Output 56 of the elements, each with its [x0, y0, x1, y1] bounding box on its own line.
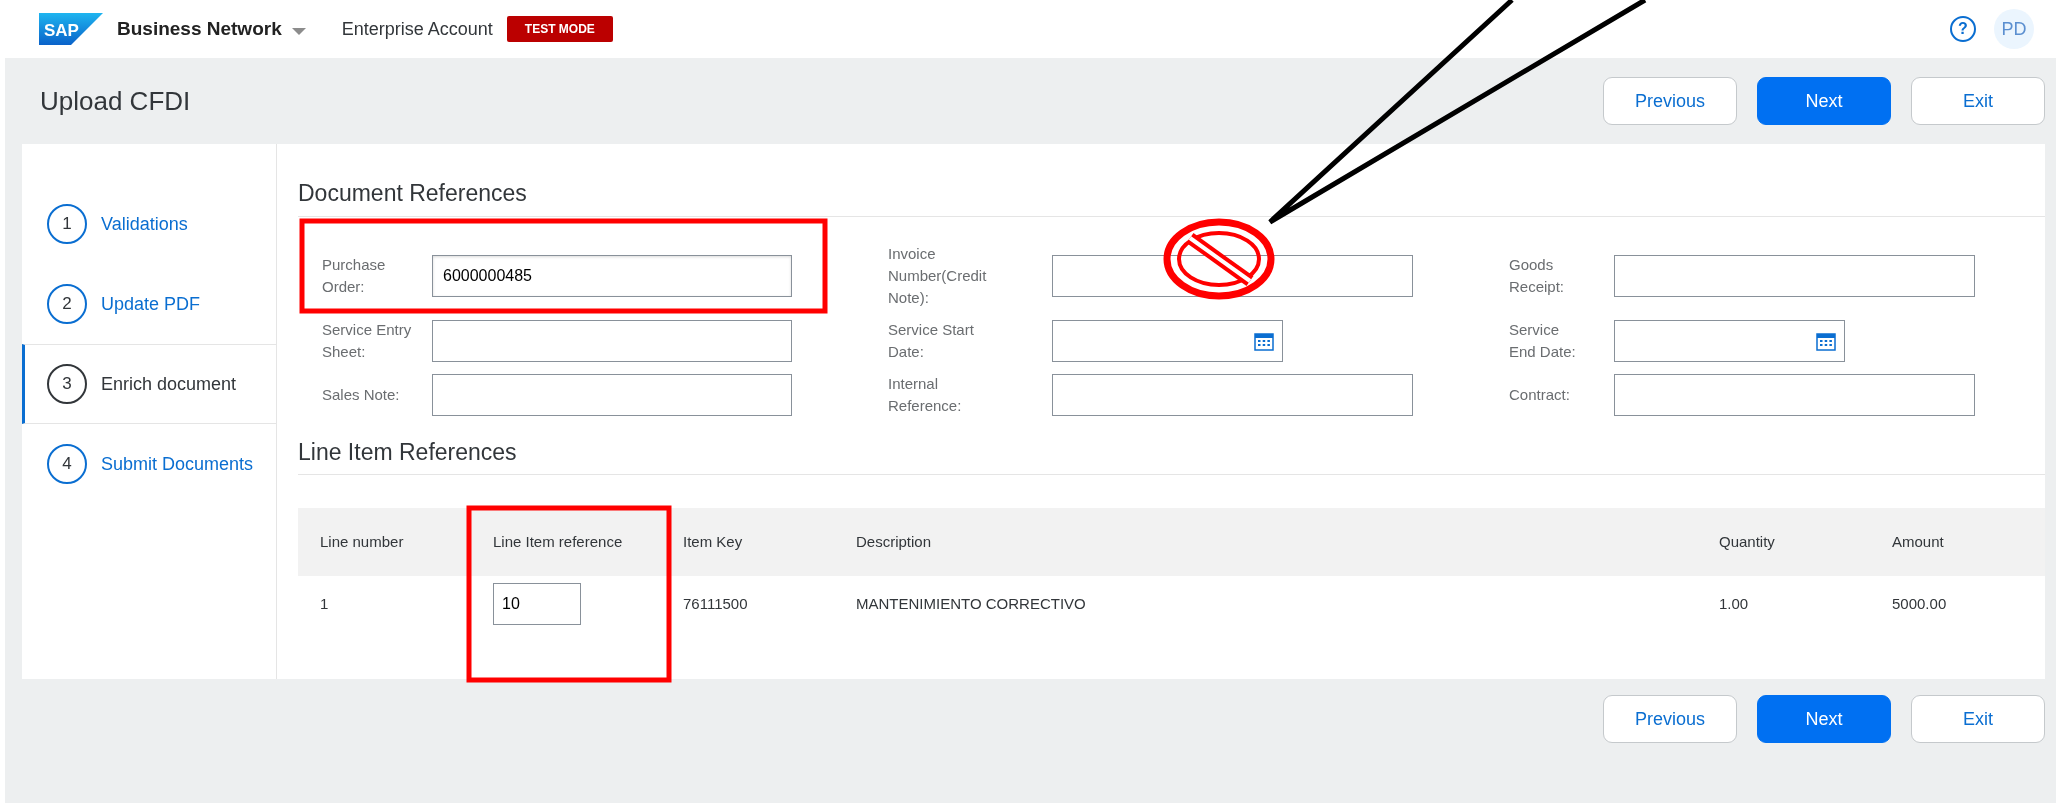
input-field[interactable]: [432, 373, 792, 416]
field-label: Contract:: [1509, 384, 1571, 405]
section-title: Document References: [298, 180, 2045, 217]
field-label: Service Entry Sheet:: [322, 319, 413, 362]
test-mode-badge: TEST MODE: [506, 16, 613, 42]
table-cell: 1.00: [1697, 576, 1870, 633]
input-field[interactable]: 10: [493, 583, 581, 626]
table-cell: MANTENIMIENTO CORRECTIVO: [834, 576, 1697, 633]
section-title: Line Item References: [298, 438, 2045, 476]
step-label: Update PDF: [101, 292, 201, 316]
next-button[interactable]: Next: [1757, 695, 1891, 743]
column-header: Line Item reference: [471, 508, 661, 577]
step-label: Validations: [101, 212, 188, 236]
field-label: Goods Receipt:: [1509, 254, 1566, 297]
column-header: Quantity: [1697, 508, 1870, 577]
field-label: Purchase Order:: [322, 254, 387, 297]
step-number: 1: [47, 204, 87, 244]
calendar-icon[interactable]: [1254, 330, 1274, 351]
table-cell: 5000.00: [1870, 576, 2045, 633]
exit-button[interactable]: Exit: [1911, 695, 2045, 743]
product-name[interactable]: Business Network: [117, 14, 282, 44]
step-number: 4: [47, 444, 87, 484]
prohibited-sign-icon: [1163, 218, 1275, 300]
caret-icon[interactable]: [291, 28, 306, 36]
input-field[interactable]: [432, 319, 792, 362]
date-field[interactable]: [1052, 319, 1283, 362]
column-header: Description: [834, 508, 1697, 577]
help-button[interactable]: ?: [1950, 16, 1976, 42]
field-label: Internal Reference:: [888, 373, 963, 416]
table-cell: 1: [298, 576, 471, 633]
field-label: Service Start Date:: [888, 319, 975, 362]
avatar[interactable]: PD: [1994, 9, 2034, 49]
previous-button[interactable]: Previous: [1603, 77, 1737, 125]
column-header: Amount: [1870, 508, 2045, 577]
wizard-step[interactable]: 3 Enrich document: [22, 344, 276, 424]
field-label: Invoice Number(Credit Note):: [888, 243, 988, 308]
step-label: Submit Documents: [101, 452, 254, 476]
step-number: 2: [47, 284, 87, 324]
field-label: Sales Note:: [322, 384, 401, 405]
logo: SAP: [39, 13, 103, 45]
step-label: Enrich document: [101, 372, 237, 396]
table-cell: 76111500: [661, 576, 834, 633]
input-field[interactable]: 6000000485: [432, 254, 792, 297]
step-number: 3: [47, 364, 87, 404]
date-field[interactable]: [1614, 319, 1845, 362]
account-name: Enterprise Account: [341, 17, 493, 41]
input-field[interactable]: [1052, 373, 1413, 416]
previous-button[interactable]: Previous: [1603, 695, 1737, 743]
input-field[interactable]: [1614, 373, 1975, 416]
next-button[interactable]: Next: [1757, 77, 1891, 125]
field-label: Service End Date:: [1509, 319, 1577, 362]
calendar-icon[interactable]: [1816, 330, 1836, 351]
column-header: Item Key: [661, 508, 834, 577]
exit-button[interactable]: Exit: [1911, 77, 2045, 125]
page-title: Upload CFDI: [40, 84, 191, 118]
input-field[interactable]: [1614, 254, 1975, 297]
